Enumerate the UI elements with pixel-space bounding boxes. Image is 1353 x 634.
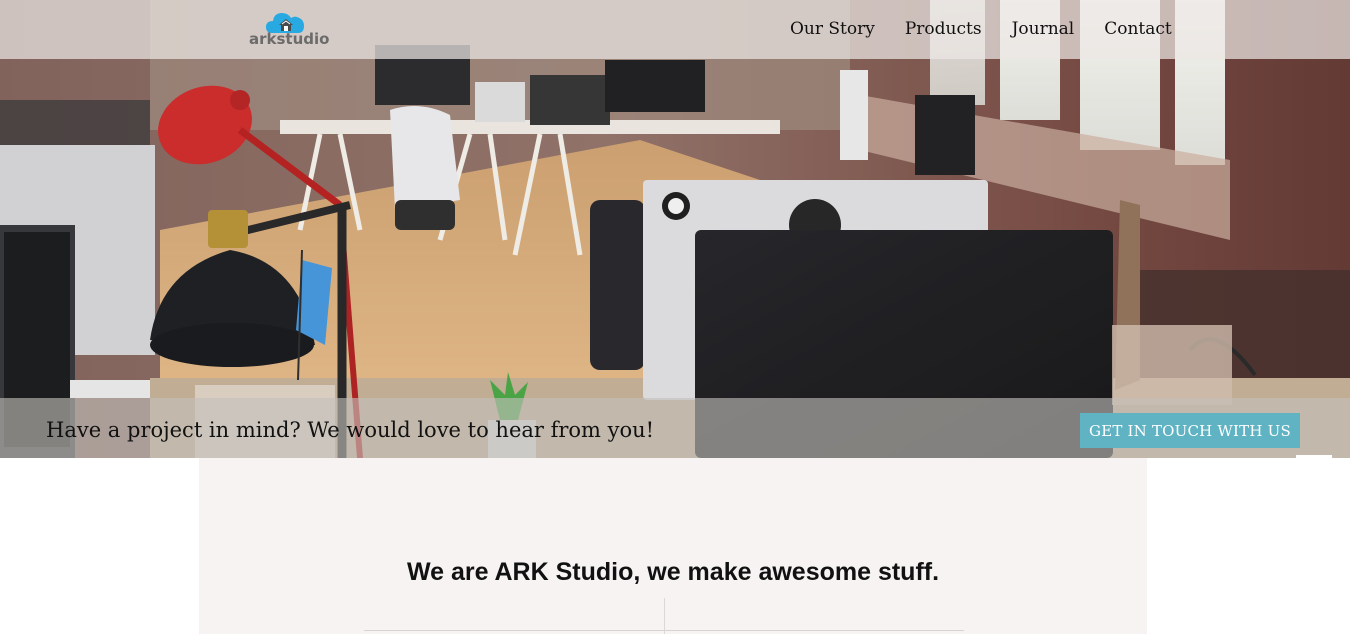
nav-journal[interactable]: Journal	[1012, 19, 1075, 39]
nav-products[interactable]: Products	[905, 19, 982, 39]
intro-section: We are ARK Studio, we make awesome stuff…	[199, 458, 1147, 634]
site-header: arkstudio Our Story Products Journal Con…	[0, 0, 1350, 59]
logo-link[interactable]: arkstudio	[249, 9, 329, 51]
cta-text: Have a project in mind? We would love to…	[46, 418, 655, 442]
hero-image	[0, 0, 1350, 458]
page: arkstudio Our Story Products Journal Con…	[0, 0, 1353, 634]
nav-our-story[interactable]: Our Story	[790, 19, 875, 39]
scroll-indicator	[1296, 455, 1332, 459]
get-in-touch-button[interactable]: GET IN TOUCH WITH US	[1080, 413, 1300, 448]
horizontal-divider	[364, 630, 964, 631]
main-nav: Our Story Products Journal Contact	[790, 19, 1202, 39]
vertical-divider	[664, 598, 665, 634]
cta-banner: Have a project in mind? We would love to…	[0, 398, 1350, 458]
intro-heading: We are ARK Studio, we make awesome stuff…	[406, 558, 940, 586]
nav-contact[interactable]: Contact	[1104, 19, 1172, 39]
logo-text: arkstudio	[249, 30, 330, 48]
